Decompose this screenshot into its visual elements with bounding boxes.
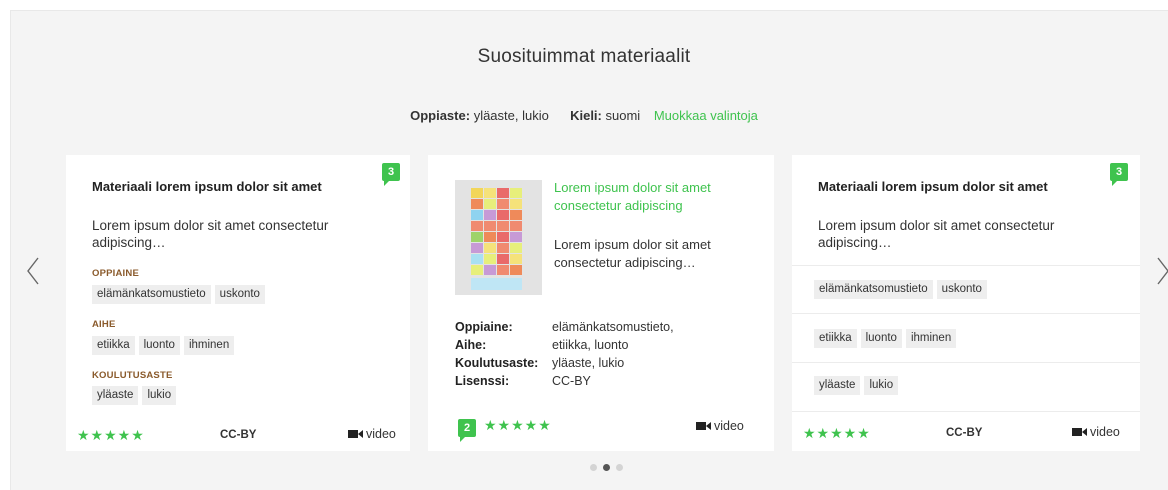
level-filter-label: Oppiaste: bbox=[410, 108, 471, 123]
topic-tags: etiikka luonto ihminen bbox=[814, 329, 957, 348]
tag[interactable]: luonto bbox=[138, 336, 180, 355]
tag[interactable]: luonto bbox=[860, 329, 902, 348]
material-thumbnail[interactable] bbox=[455, 180, 542, 295]
rating-stars-icon: ★★★★★ bbox=[803, 425, 871, 441]
education-level-section-label: KOULUTUSASTE bbox=[92, 370, 173, 381]
meta-key: Oppiaine: bbox=[455, 320, 513, 334]
language-filter-label: Kieli: bbox=[570, 108, 602, 123]
topic-section-label: AIHE bbox=[92, 319, 116, 330]
comment-count-badge: 3 bbox=[382, 163, 400, 186]
language-filter-value: suomi bbox=[605, 108, 641, 123]
card-description: Lorem ipsum dolor sit amet consectetur a… bbox=[92, 218, 329, 250]
tag[interactable]: yläaste bbox=[92, 386, 139, 405]
tag[interactable]: uskonto bbox=[214, 285, 265, 304]
edit-filters-link[interactable]: Muokkaa valintoja bbox=[654, 108, 758, 123]
meta-value: elämänkatsomustieto, bbox=[552, 320, 674, 334]
subject-tags: elämänkatsomustieto uskonto bbox=[92, 285, 265, 304]
license-label: CC-BY bbox=[220, 429, 257, 441]
card-description: Lorem ipsum dolor sit amet consectetur a… bbox=[554, 237, 711, 270]
material-card-featured[interactable]: Lorem ipsum dolor sit amet consectetur a… bbox=[428, 155, 774, 451]
media-type-label: video bbox=[714, 419, 744, 433]
subject-section-label: OPPIAINE bbox=[92, 268, 139, 279]
tag[interactable]: ihminen bbox=[183, 336, 235, 355]
media-type: video bbox=[1072, 425, 1120, 439]
divider bbox=[792, 313, 1140, 314]
media-type: video bbox=[696, 419, 744, 433]
filter-summary: Oppiaste: yläaste, lukio Kieli: suomi Mu… bbox=[0, 108, 1168, 123]
card-title[interactable]: Materiaali lorem ipsum dolor sit amet bbox=[818, 179, 1048, 194]
carousel-dot[interactable] bbox=[590, 464, 597, 471]
card-description: Lorem ipsum dolor sit amet consectetur a… bbox=[818, 218, 1055, 250]
divider bbox=[792, 411, 1140, 412]
comment-count-badge: 3 bbox=[1110, 163, 1128, 186]
meta-key: Aihe: bbox=[455, 338, 487, 352]
meta-value: yläaste, lukio bbox=[552, 356, 625, 370]
license-label: CC-BY bbox=[946, 427, 983, 439]
media-type: video bbox=[348, 427, 396, 441]
card-title[interactable]: Lorem ipsum dolor sit amet consectetur a… bbox=[554, 179, 759, 215]
level-filter-value: yläaste, lukio bbox=[473, 108, 549, 123]
tag[interactable]: lukio bbox=[864, 376, 899, 395]
comment-count-badge: 2 bbox=[458, 419, 476, 442]
rating-stars-icon: ★★★★★ bbox=[77, 427, 145, 443]
divider bbox=[792, 265, 1140, 266]
carousel-next-arrow-icon[interactable] bbox=[1156, 256, 1168, 286]
card-title[interactable]: Materiaali lorem ipsum dolor sit amet bbox=[92, 179, 322, 194]
tag[interactable]: lukio bbox=[142, 386, 177, 405]
video-camera-icon bbox=[348, 430, 363, 438]
tag[interactable]: yläaste bbox=[814, 376, 861, 395]
tag[interactable]: uskonto bbox=[936, 280, 987, 299]
tag[interactable]: ihminen bbox=[905, 329, 957, 348]
tag[interactable]: etiikka bbox=[92, 336, 135, 355]
material-card[interactable]: 3 Materiaali lorem ipsum dolor sit amet … bbox=[66, 155, 410, 451]
meta-value: etiikka, luonto bbox=[552, 338, 629, 352]
material-metadata: Oppiaine: elämänkatsomustieto, Aihe: etiik… bbox=[455, 318, 674, 390]
carousel-dot[interactable] bbox=[616, 464, 623, 471]
tag[interactable]: elämänkatsomustieto bbox=[814, 280, 933, 299]
colorful-blocks-image bbox=[455, 180, 542, 295]
page-title: Suosituimmat materiaalit bbox=[477, 46, 691, 67]
divider bbox=[792, 362, 1140, 363]
material-card[interactable]: 3 Materiaali lorem ipsum dolor sit amet … bbox=[792, 155, 1140, 451]
topic-tags: etiikka luonto ihminen bbox=[92, 336, 235, 355]
tag[interactable]: elämänkatsomustieto bbox=[92, 285, 211, 304]
meta-value: CC-BY bbox=[552, 374, 591, 388]
carousel-prev-arrow-icon[interactable] bbox=[26, 256, 40, 286]
video-camera-icon bbox=[1072, 428, 1087, 436]
media-type-label: video bbox=[366, 427, 396, 441]
education-level-tags: yläaste lukio bbox=[92, 386, 177, 405]
rating-stars-icon: ★★★★★ bbox=[484, 417, 552, 433]
education-level-tags: yläaste lukio bbox=[814, 376, 899, 395]
media-type-label: video bbox=[1090, 425, 1120, 439]
video-camera-icon bbox=[696, 422, 711, 430]
subject-tags: elämänkatsomustieto uskonto bbox=[814, 280, 987, 299]
tag[interactable]: etiikka bbox=[814, 329, 857, 348]
meta-key: Lisenssi: bbox=[455, 374, 510, 388]
meta-key: Koulutusaste: bbox=[455, 356, 539, 370]
carousel-pagination bbox=[590, 464, 623, 471]
carousel-dot[interactable] bbox=[603, 464, 610, 471]
